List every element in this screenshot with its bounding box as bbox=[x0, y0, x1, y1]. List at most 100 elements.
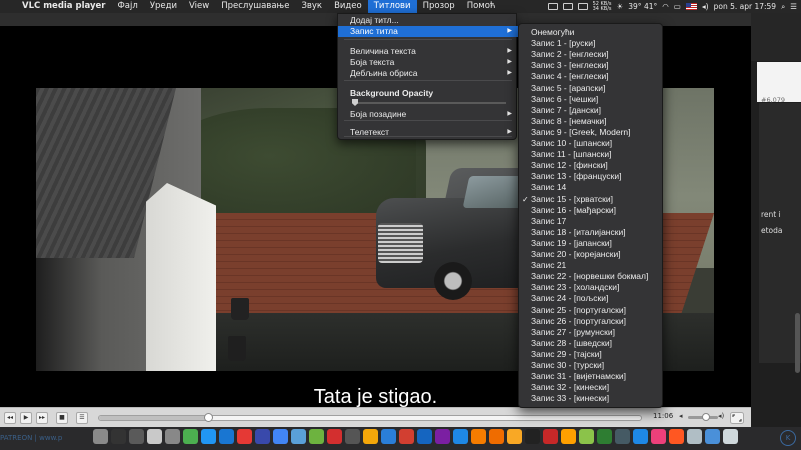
subtitle-track-item[interactable]: Онемогући bbox=[519, 27, 664, 38]
wifi-icon[interactable]: ◠ bbox=[662, 2, 669, 11]
subtitle-track-item[interactable]: Запис 31 - [вијетнамски] bbox=[519, 371, 664, 382]
subtitle-track-item[interactable]: Запис 16 - [мађарски] bbox=[519, 205, 664, 216]
dock-app-icon[interactable] bbox=[381, 429, 396, 444]
dock-app-icon[interactable] bbox=[435, 429, 450, 444]
volume-high-icon[interactable]: ◂) bbox=[718, 412, 724, 420]
subtitle-track-item[interactable]: Запис 19 - [јапански] bbox=[519, 238, 664, 249]
subtitle-track-item[interactable]: Запис 27 - [румунски] bbox=[519, 327, 664, 338]
dock-app-icon[interactable] bbox=[93, 429, 108, 444]
subtitle-track-item[interactable]: Запис 32 - [кинески] bbox=[519, 382, 664, 393]
search-icon[interactable]: ⌕ bbox=[781, 2, 785, 12]
dock-app-icon[interactable] bbox=[471, 429, 486, 444]
scrollbar[interactable] bbox=[795, 313, 800, 373]
subtitles-menu-item[interactable]: Боја текста ▶ bbox=[338, 57, 518, 68]
monitor-icon[interactable] bbox=[562, 3, 573, 10]
dock-app-icon[interactable] bbox=[165, 429, 180, 444]
subtitle-track-item[interactable]: Запис 3 - [енглески] bbox=[519, 60, 664, 71]
dock-app-icon[interactable] bbox=[309, 429, 324, 444]
dock-app-icon[interactable] bbox=[399, 429, 414, 444]
subtitle-track-item[interactable]: Запис 26 - [португалски] bbox=[519, 316, 664, 327]
volume-low-icon[interactable]: ◂ bbox=[679, 412, 683, 420]
dock-logo-icon[interactable]: K bbox=[780, 430, 796, 446]
subtitle-track-item[interactable]: Запис 10 - [шпански] bbox=[519, 138, 664, 149]
time-display[interactable]: 11:06 bbox=[653, 412, 673, 420]
subtitle-track-item[interactable]: Запис 11 - [шпански] bbox=[519, 149, 664, 160]
subtitle-track-item[interactable]: Запис 14 bbox=[519, 182, 664, 193]
subtitle-track-item[interactable]: Запис 5 - [арапски] bbox=[519, 83, 664, 94]
dock-app-icon[interactable] bbox=[183, 429, 198, 444]
stop-button[interactable]: ■ bbox=[56, 411, 68, 424]
subtitle-track-item[interactable]: Запис 24 - [пољски] bbox=[519, 293, 664, 304]
seek-knob[interactable] bbox=[203, 413, 213, 422]
subtitle-track-item[interactable]: Запис 12 - [фински] bbox=[519, 160, 664, 171]
menu-help[interactable]: Помоћ bbox=[461, 0, 502, 13]
subtitle-track-item[interactable]: ✓ Запис 15 - [хрватски] bbox=[519, 194, 664, 205]
menu-subtitles[interactable]: Титлови bbox=[367, 0, 417, 13]
subtitles-menu-item[interactable]: Додај титл... bbox=[338, 15, 518, 26]
subtitle-track-item[interactable]: Запис 33 - [кинески] bbox=[519, 393, 664, 404]
subtitle-track-item[interactable]: Запис 1 - [руски] bbox=[519, 38, 664, 49]
subtitles-menu-item[interactable]: Запис титла ▶ bbox=[338, 26, 518, 37]
volume-status-icon[interactable]: ◂) bbox=[702, 2, 709, 11]
dock-app-icon[interactable] bbox=[219, 429, 234, 444]
dock-app-icon[interactable] bbox=[561, 429, 576, 444]
us-flag-icon[interactable] bbox=[685, 3, 697, 10]
subtitle-track-item[interactable]: Запис 30 - [турски] bbox=[519, 360, 664, 371]
dock-app-icon[interactable] bbox=[525, 429, 540, 444]
dock-app-icon[interactable] bbox=[489, 429, 504, 444]
dock-app-icon[interactable] bbox=[345, 429, 360, 444]
dock-app-icon[interactable] bbox=[453, 429, 468, 444]
dock-app-icon[interactable] bbox=[723, 429, 738, 444]
subtitle-track-item[interactable]: Запис 13 - [француски] bbox=[519, 171, 664, 182]
background-opacity-knob[interactable] bbox=[352, 99, 358, 106]
fullscreen-icon[interactable] bbox=[730, 412, 744, 424]
dock-app-icon[interactable] bbox=[579, 429, 594, 444]
menu-file[interactable]: Фајл bbox=[111, 0, 143, 13]
dock-app-icon[interactable] bbox=[111, 429, 126, 444]
dock-app-icon[interactable] bbox=[201, 429, 216, 444]
dock-app-icon[interactable] bbox=[705, 429, 720, 444]
dock-app-icon[interactable] bbox=[597, 429, 612, 444]
menu-audio[interactable]: Звук bbox=[295, 0, 328, 13]
subtitle-track-item[interactable]: Запис 23 - [холандски] bbox=[519, 282, 664, 293]
subtitle-track-item[interactable]: Запис 4 - [енглески] bbox=[519, 71, 664, 82]
dock-app-icon[interactable] bbox=[615, 429, 630, 444]
subtitle-track-item[interactable]: Запис 9 - [Greek, Modern] bbox=[519, 127, 664, 138]
subtitle-track-item[interactable]: Запис 29 - [тајски] bbox=[519, 349, 664, 360]
playlist-button[interactable]: ☰ bbox=[76, 411, 88, 424]
subtitle-track-item[interactable]: Запис 22 - [норвешки бокмал] bbox=[519, 271, 664, 282]
seek-bar[interactable] bbox=[98, 413, 642, 422]
menu-playback[interactable]: Преслушавање bbox=[215, 0, 295, 13]
subtitle-track-item[interactable]: Запис 28 - [шведски] bbox=[519, 338, 664, 349]
subtitles-menu-item[interactable]: Величина текста ▶ bbox=[338, 46, 518, 57]
subtitles-menu-item[interactable]: Телетекст ▶ bbox=[338, 127, 518, 138]
dock-app-icon[interactable] bbox=[129, 429, 144, 444]
fast-forward-button[interactable]: ▸▸ bbox=[36, 411, 48, 424]
subtitle-track-item[interactable]: Запис 6 - [чешки] bbox=[519, 94, 664, 105]
cpu-icon[interactable] bbox=[577, 3, 588, 10]
subtitle-track-item[interactable]: Запис 25 - [португалски] bbox=[519, 305, 664, 316]
dock-app-icon[interactable] bbox=[147, 429, 162, 444]
subtitle-track-item[interactable]: Запис 7 - [дански] bbox=[519, 105, 664, 116]
subtitles-menu-item[interactable]: Боја позадине ▶ bbox=[338, 109, 518, 120]
rewind-button[interactable]: ◂◂ bbox=[4, 411, 16, 424]
dock-app-icon[interactable] bbox=[633, 429, 648, 444]
subtitles-menu-item[interactable]: Background Opacity bbox=[338, 88, 518, 99]
clock[interactable]: pon 5. apr 17:59 bbox=[714, 2, 776, 11]
dock-app-icon[interactable] bbox=[237, 429, 252, 444]
dock-app-icon[interactable] bbox=[255, 429, 270, 444]
volume-knob[interactable] bbox=[702, 413, 710, 421]
subtitle-track-item[interactable]: Запис 18 - [италијански] bbox=[519, 227, 664, 238]
dock-app-icon[interactable] bbox=[327, 429, 342, 444]
battery-icon[interactable]: ▭ bbox=[674, 2, 681, 11]
subtitle-track-item[interactable]: Запис 17 bbox=[519, 216, 664, 227]
dock-app-icon[interactable] bbox=[363, 429, 378, 444]
subtitle-track-item[interactable]: Запис 8 - [немачки] bbox=[519, 116, 664, 127]
menu-view[interactable]: View bbox=[183, 0, 215, 13]
menu-edit[interactable]: Уреди bbox=[144, 0, 183, 13]
subtitle-track-item[interactable]: Запис 2 - [енглески] bbox=[519, 49, 664, 60]
weather-icon[interactable]: ☀ bbox=[617, 2, 624, 11]
menu-video[interactable]: Видео bbox=[328, 0, 368, 13]
dock-app-icon[interactable] bbox=[669, 429, 684, 444]
dock-app-icon[interactable] bbox=[543, 429, 558, 444]
